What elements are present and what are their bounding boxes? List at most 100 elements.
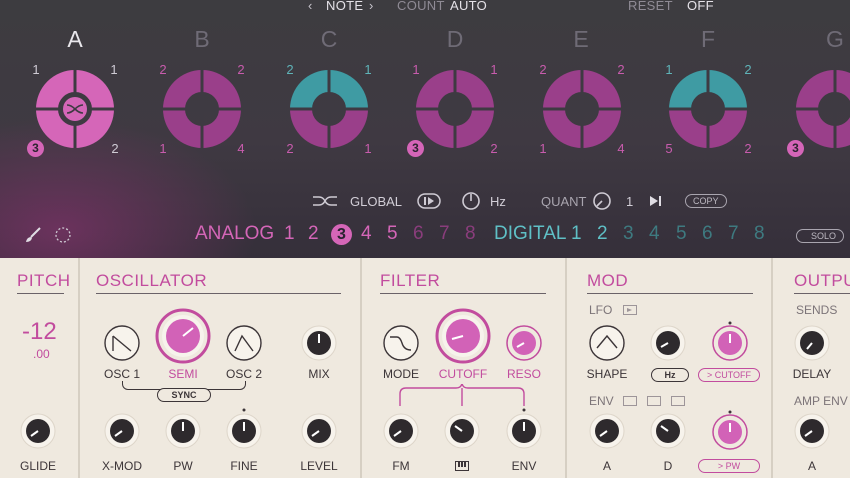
mod-env-a-label: A	[602, 459, 611, 473]
pad-d-tl: 1	[412, 62, 420, 77]
divider	[565, 258, 567, 478]
prev-note-button[interactable]: ‹	[308, 0, 313, 13]
pad-f-tr: 2	[744, 62, 752, 77]
delay-label: DELAY	[792, 367, 832, 381]
digital-step-5[interactable]: 5	[676, 223, 687, 245]
oscillator-title: OSCILLATOR	[96, 271, 208, 290]
column-g-label[interactable]: G	[815, 26, 850, 53]
column-a-label[interactable]: A	[55, 26, 95, 53]
skip-end-icon[interactable]	[649, 195, 663, 207]
pad-d[interactable]	[416, 70, 494, 148]
analog-step-1[interactable]: 1	[284, 223, 295, 245]
playmode-icon[interactable]	[417, 193, 441, 209]
lfo-hz-button[interactable]: Hz	[651, 368, 689, 382]
output-underline	[794, 293, 850, 294]
analog-label[interactable]: ANALOG	[195, 223, 274, 245]
pitch-value[interactable]: -12	[22, 318, 57, 346]
rate-knob-icon[interactable]	[461, 191, 481, 211]
mod-env-d-label: D	[663, 459, 673, 473]
pad-g[interactable]	[796, 70, 850, 148]
pitch-underline	[17, 293, 64, 294]
cutoff-knob[interactable]	[435, 308, 491, 364]
amp-env-attack-knob[interactable]	[793, 412, 831, 450]
column-e-label[interactable]: E	[561, 26, 601, 53]
env-pw-amount-knob[interactable]	[709, 409, 751, 451]
xmod-label: X-MOD	[102, 459, 142, 473]
level-knob[interactable]	[300, 412, 338, 450]
output-title: OUTPU	[794, 271, 850, 290]
delay-send-knob[interactable]	[793, 324, 831, 362]
quant-knob-icon[interactable]	[592, 191, 612, 211]
pitch-fine-value[interactable]: .00	[33, 347, 50, 361]
pad-c-tl: 2	[286, 62, 294, 77]
column-d-label[interactable]: D	[435, 26, 475, 53]
copy-button[interactable]: COPY	[685, 194, 727, 208]
pw-knob[interactable]	[164, 412, 202, 450]
analog-step-3[interactable]: 3	[331, 224, 352, 245]
next-note-button[interactable]: ›	[369, 0, 374, 13]
solo-button[interactable]: SOLO	[796, 229, 845, 243]
mod-title: MOD	[587, 271, 629, 290]
column-b-label[interactable]: B	[182, 26, 222, 53]
digital-step-3[interactable]: 3	[623, 223, 634, 245]
filter-env-label: ENV	[511, 459, 537, 473]
pad-b[interactable]	[163, 70, 241, 148]
analog-step-4[interactable]: 4	[361, 223, 372, 245]
sync-button[interactable]: SYNC	[157, 388, 211, 402]
fm-knob[interactable]	[382, 412, 420, 450]
pad-e[interactable]	[543, 70, 621, 148]
note-label[interactable]: NOTE	[326, 0, 363, 13]
osc2-waveform-button[interactable]	[225, 324, 263, 362]
digital-step-2[interactable]: 2	[597, 223, 608, 245]
env-mode-icons[interactable]	[623, 396, 685, 406]
analog-step-5[interactable]: 5	[387, 223, 398, 245]
reset-value[interactable]: OFF	[687, 0, 714, 13]
glide-knob[interactable]	[19, 412, 57, 450]
lfo-rate-knob[interactable]	[649, 324, 687, 362]
lfo-shape-button[interactable]	[588, 324, 626, 362]
semi-knob[interactable]	[155, 308, 211, 364]
digital-step-7[interactable]: 7	[728, 223, 739, 245]
analog-step-6[interactable]: 6	[413, 223, 424, 245]
digital-step-8[interactable]: 8	[754, 223, 765, 245]
quant-label: QUANT	[541, 194, 587, 209]
pad-e-tl: 2	[539, 62, 547, 77]
analog-step-8[interactable]: 8	[465, 223, 476, 245]
global-label[interactable]: GLOBAL	[350, 194, 402, 209]
digital-label[interactable]: DIGITAL	[494, 223, 567, 245]
random-circle-icon[interactable]	[54, 226, 72, 244]
xmod-knob[interactable]	[103, 412, 141, 450]
lfo-sync-icon[interactable]	[623, 305, 637, 315]
pad-c-tr: 1	[364, 62, 372, 77]
divider	[771, 258, 773, 478]
pad-f[interactable]	[669, 70, 747, 148]
analog-step-2[interactable]: 2	[308, 223, 319, 245]
pad-a-br: 2	[111, 141, 119, 156]
env-pw-target[interactable]: > PW	[698, 459, 760, 473]
divider	[78, 258, 80, 478]
mix-knob[interactable]	[300, 324, 338, 362]
digital-step-6[interactable]: 6	[702, 223, 713, 245]
digital-step-1[interactable]: 1	[571, 223, 582, 245]
count-value[interactable]: AUTO	[450, 0, 487, 13]
pad-a[interactable]	[36, 70, 114, 148]
column-c-label[interactable]: C	[309, 26, 349, 53]
pad-c[interactable]	[290, 70, 368, 148]
hz-label: Hz	[490, 194, 506, 209]
column-f-label[interactable]: F	[688, 26, 728, 53]
digital-step-4[interactable]: 4	[649, 223, 660, 245]
filter-env-knob[interactable]	[505, 408, 543, 450]
reset-label: RESET	[628, 0, 673, 13]
lfo-cutoff-target[interactable]: > CUTOFF	[698, 368, 760, 382]
reso-knob[interactable]	[505, 324, 543, 362]
osc1-waveform-button[interactable]	[103, 324, 141, 362]
filter-mode-button[interactable]	[382, 324, 420, 362]
mod-env-decay-knob[interactable]	[649, 412, 687, 450]
analog-step-7[interactable]: 7	[439, 223, 450, 245]
keytrack-knob[interactable]	[443, 412, 481, 450]
mod-env-attack-knob[interactable]	[588, 412, 626, 450]
fine-knob[interactable]	[225, 408, 263, 450]
glide-label: GLIDE	[19, 459, 56, 473]
brush-icon[interactable]	[25, 227, 41, 243]
lfo-cutoff-amount-knob[interactable]	[709, 320, 751, 362]
